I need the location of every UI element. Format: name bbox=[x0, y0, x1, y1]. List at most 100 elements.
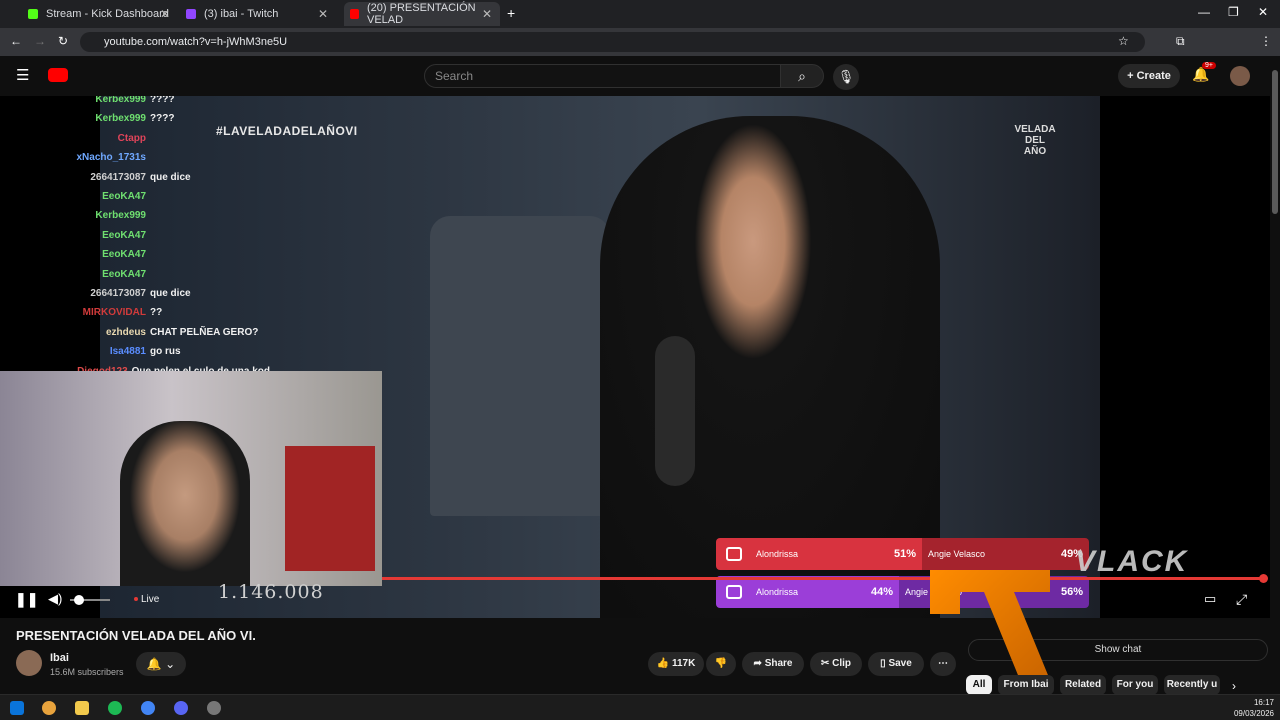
account-avatar[interactable] bbox=[1230, 66, 1250, 86]
volume-icon[interactable]: ◀) bbox=[48, 591, 62, 607]
chip-recently-uploaded[interactable]: Recently u bbox=[1164, 675, 1220, 695]
chat-message: 2664173087 que dice bbox=[0, 284, 270, 303]
chevron-right-icon[interactable]: › bbox=[1232, 679, 1236, 693]
chrome-active-icon[interactable] bbox=[141, 701, 155, 715]
miniplayer-icon[interactable]: ▭ bbox=[1204, 591, 1216, 607]
volume-knob[interactable] bbox=[74, 595, 84, 605]
chat-username[interactable]: Kerbex999 bbox=[0, 96, 146, 109]
clip-button[interactable]: ✂ Clip bbox=[810, 652, 862, 676]
chat-username[interactable]: MIRKOVIDAL bbox=[0, 303, 146, 322]
volume-slider[interactable] bbox=[70, 595, 110, 605]
taskbar-clock[interactable]: 16:17 09/03/2026 bbox=[1234, 697, 1274, 719]
chat-username[interactable]: Kerbex999 bbox=[0, 206, 146, 225]
video-title: PRESENTACIÓN VELADA DEL AÑO VI. bbox=[16, 628, 256, 643]
search-input[interactable]: Search bbox=[424, 64, 781, 88]
hamburger-menu-icon[interactable]: ☰ bbox=[16, 66, 29, 84]
more-actions-icon[interactable]: ⋯ bbox=[930, 652, 956, 676]
discord-icon[interactable] bbox=[174, 701, 188, 715]
browser-tab-bar: Stream - Kick Dashboard ✕ (3) ibai - Twi… bbox=[0, 0, 1280, 28]
back-icon[interactable]: ← bbox=[10, 34, 22, 48]
chat-username[interactable]: Ctapp bbox=[0, 129, 146, 148]
kick-icon bbox=[28, 9, 38, 19]
chat-message: Kerbex999???? bbox=[0, 96, 270, 109]
velada-logo: VELADA DEL AÑO bbox=[1014, 124, 1056, 157]
like-count: 117K bbox=[671, 658, 696, 669]
live-indicator[interactable]: Live bbox=[134, 594, 159, 605]
close-tab-icon[interactable]: ✕ bbox=[482, 7, 492, 21]
save-button[interactable]: ▯ Save bbox=[868, 652, 924, 676]
bookmark-star-icon[interactable]: ☆ bbox=[1118, 34, 1129, 48]
chat-row: Kerbex999???? bbox=[0, 96, 270, 109]
create-button[interactable]: + Create bbox=[1118, 64, 1180, 88]
streamer-face bbox=[120, 421, 250, 586]
scrubber-handle[interactable] bbox=[1259, 574, 1268, 583]
search-icon[interactable]: ⌕ bbox=[780, 64, 824, 88]
microphone bbox=[655, 336, 695, 486]
poll-left-pct: 44% bbox=[870, 586, 893, 598]
restore-icon[interactable]: ❐ bbox=[1228, 5, 1239, 19]
video-player[interactable]: #LAVELADADELAÑOVI VELADA DEL AÑO Kerbex9… bbox=[0, 96, 1270, 618]
chat-row: 2664173087 que dice bbox=[0, 284, 270, 303]
chat-username[interactable]: EeoKA47 bbox=[0, 245, 146, 264]
new-tab-icon[interactable]: + bbox=[507, 5, 515, 21]
minimize-icon[interactable]: — bbox=[1198, 5, 1210, 19]
chat-username[interactable]: ezhdeus bbox=[0, 323, 146, 342]
poll-right: Angie Velasco 49% bbox=[922, 538, 1089, 570]
youtube-icon bbox=[350, 9, 359, 19]
chat-username[interactable]: xNacho_1731s bbox=[0, 148, 147, 167]
chip-all[interactable]: All bbox=[966, 675, 992, 695]
chat-username[interactable]: EeoKA47 bbox=[0, 187, 146, 206]
close-tab-icon[interactable]: ✕ bbox=[318, 7, 328, 21]
chat-message: Kerbex999 bbox=[0, 206, 270, 225]
reload-icon[interactable]: ↻ bbox=[58, 34, 68, 48]
chat-username[interactable]: EeoKA47 bbox=[0, 265, 146, 284]
pause-icon[interactable]: ❚❚ bbox=[15, 591, 38, 608]
chrome-icon[interactable] bbox=[42, 701, 56, 715]
forward-icon[interactable]: → bbox=[34, 34, 46, 48]
chat-text: go rus bbox=[150, 346, 181, 358]
youtube-logo-icon[interactable] bbox=[48, 68, 68, 82]
fullscreen-icon[interactable]: ⤢ bbox=[1236, 591, 1247, 608]
page-scrollbar[interactable] bbox=[1272, 70, 1278, 214]
tab-youtube[interactable]: (20) PRESENTACIÓN VELAD ✕ bbox=[344, 2, 500, 26]
chat-text: CHAT PELÑEA GERO? bbox=[150, 326, 259, 338]
tab-kick[interactable]: Stream - Kick Dashboard ✕ bbox=[28, 2, 178, 26]
chip-from-ibai[interactable]: From Ibai bbox=[998, 675, 1054, 695]
close-tab-icon[interactable]: ✕ bbox=[160, 7, 170, 21]
chat-message: Isa4881 go rus bbox=[0, 342, 270, 361]
chat-row: xNacho_1731s bbox=[0, 148, 270, 167]
share-button[interactable]: ➦ Share bbox=[742, 652, 804, 676]
chat-username[interactable]: EeoKA47 bbox=[0, 226, 146, 245]
chat-username[interactable]: 2664173087 bbox=[0, 284, 146, 303]
webcam-overlay bbox=[0, 371, 382, 586]
like-button[interactable]: 👍 117K bbox=[648, 652, 704, 676]
url-input[interactable]: youtube.com/watch?v=h-jWhM3ne5U bbox=[80, 32, 1145, 52]
channel-avatar[interactable] bbox=[16, 650, 42, 676]
live-label: Live bbox=[141, 594, 160, 605]
chat-row: MIRKOVIDAL?? bbox=[0, 303, 270, 322]
chip-for-you[interactable]: For you bbox=[1112, 675, 1158, 695]
close-window-icon[interactable]: ✕ bbox=[1258, 5, 1268, 19]
channel-name[interactable]: Ibai bbox=[50, 652, 69, 664]
obs-icon[interactable] bbox=[207, 701, 221, 715]
chat-message: MIRKOVIDAL?? bbox=[0, 303, 270, 322]
file-explorer-icon[interactable] bbox=[75, 701, 89, 715]
poll-left-pct: 51% bbox=[893, 548, 916, 560]
chat-row: Kerbex999 bbox=[0, 206, 270, 225]
extensions-icon[interactable]: ⧉ bbox=[1176, 34, 1185, 49]
dislike-icon[interactable]: 👎 bbox=[706, 652, 736, 676]
spotify-icon[interactable] bbox=[108, 701, 122, 715]
menu-kebab-icon[interactable]: ⋮ bbox=[1260, 34, 1272, 48]
tab-label: (3) ibai - Twitch bbox=[204, 8, 279, 20]
windows-start-icon[interactable] bbox=[10, 701, 24, 715]
chat-message: EeoKA47 bbox=[0, 265, 270, 284]
chat-message: Ctapp bbox=[0, 129, 270, 148]
subscribed-bell-button[interactable]: 🔔 ⌄ bbox=[136, 652, 186, 676]
chat-username[interactable]: Kerbex999 bbox=[0, 109, 146, 128]
chip-related[interactable]: Related bbox=[1060, 675, 1106, 695]
chat-username[interactable]: 2664173087 bbox=[0, 168, 146, 187]
mic-icon[interactable]: 🎙 bbox=[833, 64, 859, 90]
tab-twitch[interactable]: (3) ibai - Twitch ✕ bbox=[186, 2, 336, 26]
chat-username[interactable]: Isa4881 bbox=[0, 342, 146, 361]
chair bbox=[430, 216, 610, 516]
